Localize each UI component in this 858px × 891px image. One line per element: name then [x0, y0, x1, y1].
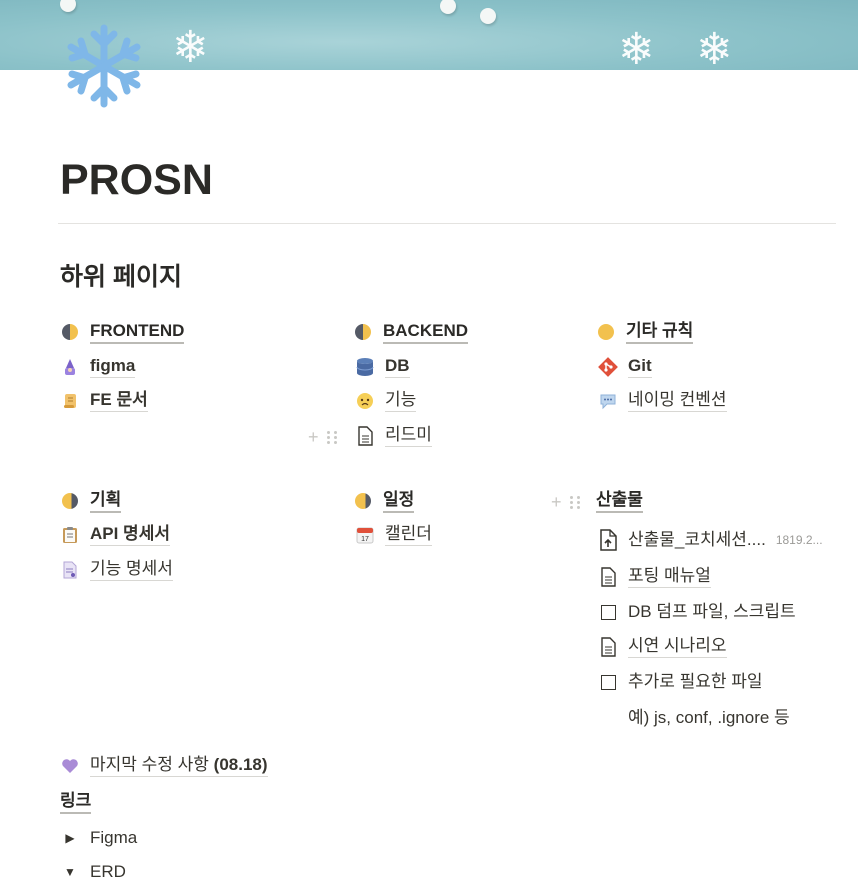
section-backend[interactable]: BACKEND: [353, 319, 468, 345]
toggle-collapsed-icon[interactable]: ▶: [60, 831, 80, 845]
last-modified-label: 마지막 수정 사항: [90, 755, 209, 774]
page-link-label: 캘린더: [385, 524, 432, 546]
page-link-label: 시연 시나리오: [628, 636, 727, 658]
calendar-icon: 17: [355, 525, 375, 545]
section-schedule[interactable]: 일정: [353, 488, 415, 514]
file-attachment[interactable]: 산출물_코치세션.... 1819.2...: [598, 527, 823, 553]
page-link-figma[interactable]: figma: [60, 354, 136, 380]
links-title: 링크: [60, 790, 92, 814]
database-icon: [355, 357, 375, 377]
document-icon: [598, 637, 618, 657]
section-label: 기획: [90, 489, 122, 513]
add-block-icon[interactable]: +: [308, 427, 319, 447]
cover-decoration: [440, 0, 456, 14]
half-moon-icon: [353, 322, 373, 342]
document-icon: [355, 426, 375, 446]
page-link-label: 기능 명세서: [90, 559, 173, 581]
page-link-label: 네이밍 컨벤션: [628, 390, 727, 412]
note-text: 예) js, conf, .ignore 등: [628, 708, 790, 727]
checkbox[interactable]: [598, 602, 618, 622]
page-link-label: 포팅 매뉴얼: [628, 566, 711, 588]
add-block-icon[interactable]: +: [551, 492, 562, 512]
worried-face-icon: [355, 391, 375, 411]
snowflake-icon: ❄: [172, 23, 209, 70]
section-label: BACKEND: [383, 320, 468, 344]
section-planning[interactable]: 기획: [60, 488, 122, 514]
page-link-label: 마지막 수정 사항 (08.18): [90, 755, 268, 777]
checkbox[interactable]: [598, 672, 618, 692]
block-handle[interactable]: +: [551, 492, 581, 512]
page-link-naming-convention[interactable]: 네이밍 컨벤션: [598, 388, 727, 414]
page-link-label: API 명세서: [90, 524, 170, 546]
file-name: 산출물_코치세션....: [628, 530, 766, 549]
todo-item-additional-files[interactable]: 추가로 필요한 파일: [598, 669, 763, 695]
page-icon: [60, 560, 80, 580]
page-link-label: 리드미: [385, 425, 432, 447]
section-label: FRONTEND: [90, 320, 185, 344]
svg-text:17: 17: [361, 536, 369, 543]
waxing-moon-icon: [60, 491, 80, 511]
drag-handle-icon[interactable]: [569, 495, 581, 509]
waning-moon-icon: [60, 322, 80, 342]
wizard-icon: [60, 357, 80, 377]
git-icon: [598, 357, 618, 377]
page-link-calendar[interactable]: 17 캘린더: [355, 522, 432, 548]
todo-label: DB 덤프 파일, 스크립트: [628, 602, 796, 621]
file-upload-icon: [598, 529, 618, 551]
section-label: 기타 규칙: [626, 320, 694, 344]
page-link-demo-scenario[interactable]: 시연 시나리오: [598, 634, 727, 660]
page-link-readme[interactable]: 리드미: [355, 423, 432, 449]
todo-label: 추가로 필요한 파일: [628, 672, 763, 691]
page-link-fe-docs[interactable]: FE 문서: [60, 388, 148, 414]
purple-heart-icon: [60, 756, 80, 776]
section-deliverables[interactable]: 산출물: [596, 488, 643, 514]
waxing-gibbous-moon-icon: [353, 491, 373, 511]
section-label: 산출물: [596, 489, 643, 513]
page-link-git[interactable]: Git: [598, 354, 652, 380]
page-link-label: Git: [628, 356, 652, 378]
page-link-porting-manual[interactable]: 포팅 매뉴얼: [598, 564, 711, 590]
snowflake-icon[interactable]: [60, 22, 148, 110]
file-size: 1819.2...: [775, 533, 823, 547]
snowflake-icon: ❄: [618, 25, 655, 71]
page-link-feature-spec[interactable]: 기능 명세서: [60, 557, 173, 583]
clipboard-icon: [60, 525, 80, 545]
section-label: 일정: [383, 489, 415, 513]
toggle-expanded-icon[interactable]: ▼: [60, 865, 80, 879]
toggle-erd[interactable]: ▼ ERD: [60, 859, 126, 885]
last-modified-date: (08.18): [213, 755, 268, 774]
page-link-label: 기능: [385, 390, 417, 412]
document-icon: [598, 567, 618, 587]
todo-item-db-dump[interactable]: DB 덤프 파일, 스크립트: [598, 599, 796, 625]
section-heading[interactable]: 하위 페이지: [60, 259, 182, 295]
cover-decoration: [480, 8, 496, 24]
speech-bubble-icon: [598, 391, 618, 411]
toggle-figma[interactable]: ▶ Figma: [60, 825, 137, 851]
section-etc-rules[interactable]: 기타 규칙: [596, 319, 694, 345]
page-link-last-modified[interactable]: 마지막 수정 사항 (08.18): [60, 753, 268, 779]
toggle-label: ERD: [90, 862, 126, 881]
toggle-label: Figma: [90, 828, 138, 847]
todo-note[interactable]: 예) js, conf, .ignore 등: [628, 705, 790, 731]
page-link-features[interactable]: 기능: [355, 388, 417, 414]
page-title[interactable]: PROSN: [60, 152, 213, 208]
page-link-db[interactable]: DB: [355, 354, 410, 380]
page-link-api-spec[interactable]: API 명세서: [60, 522, 170, 548]
full-moon-icon: [596, 322, 616, 342]
links-heading[interactable]: 링크: [60, 789, 92, 815]
divider: [58, 223, 836, 224]
page-link-label: figma: [90, 356, 136, 378]
cover-decoration: [60, 0, 76, 12]
snowflake-icon: ❄: [696, 25, 733, 71]
section-frontend[interactable]: FRONTEND: [60, 319, 185, 345]
scroll-icon: [60, 391, 80, 411]
page-link-label: FE 문서: [90, 390, 148, 412]
block-handle[interactable]: +: [308, 427, 338, 447]
page-link-label: DB: [385, 356, 410, 378]
drag-handle-icon[interactable]: [326, 430, 338, 444]
